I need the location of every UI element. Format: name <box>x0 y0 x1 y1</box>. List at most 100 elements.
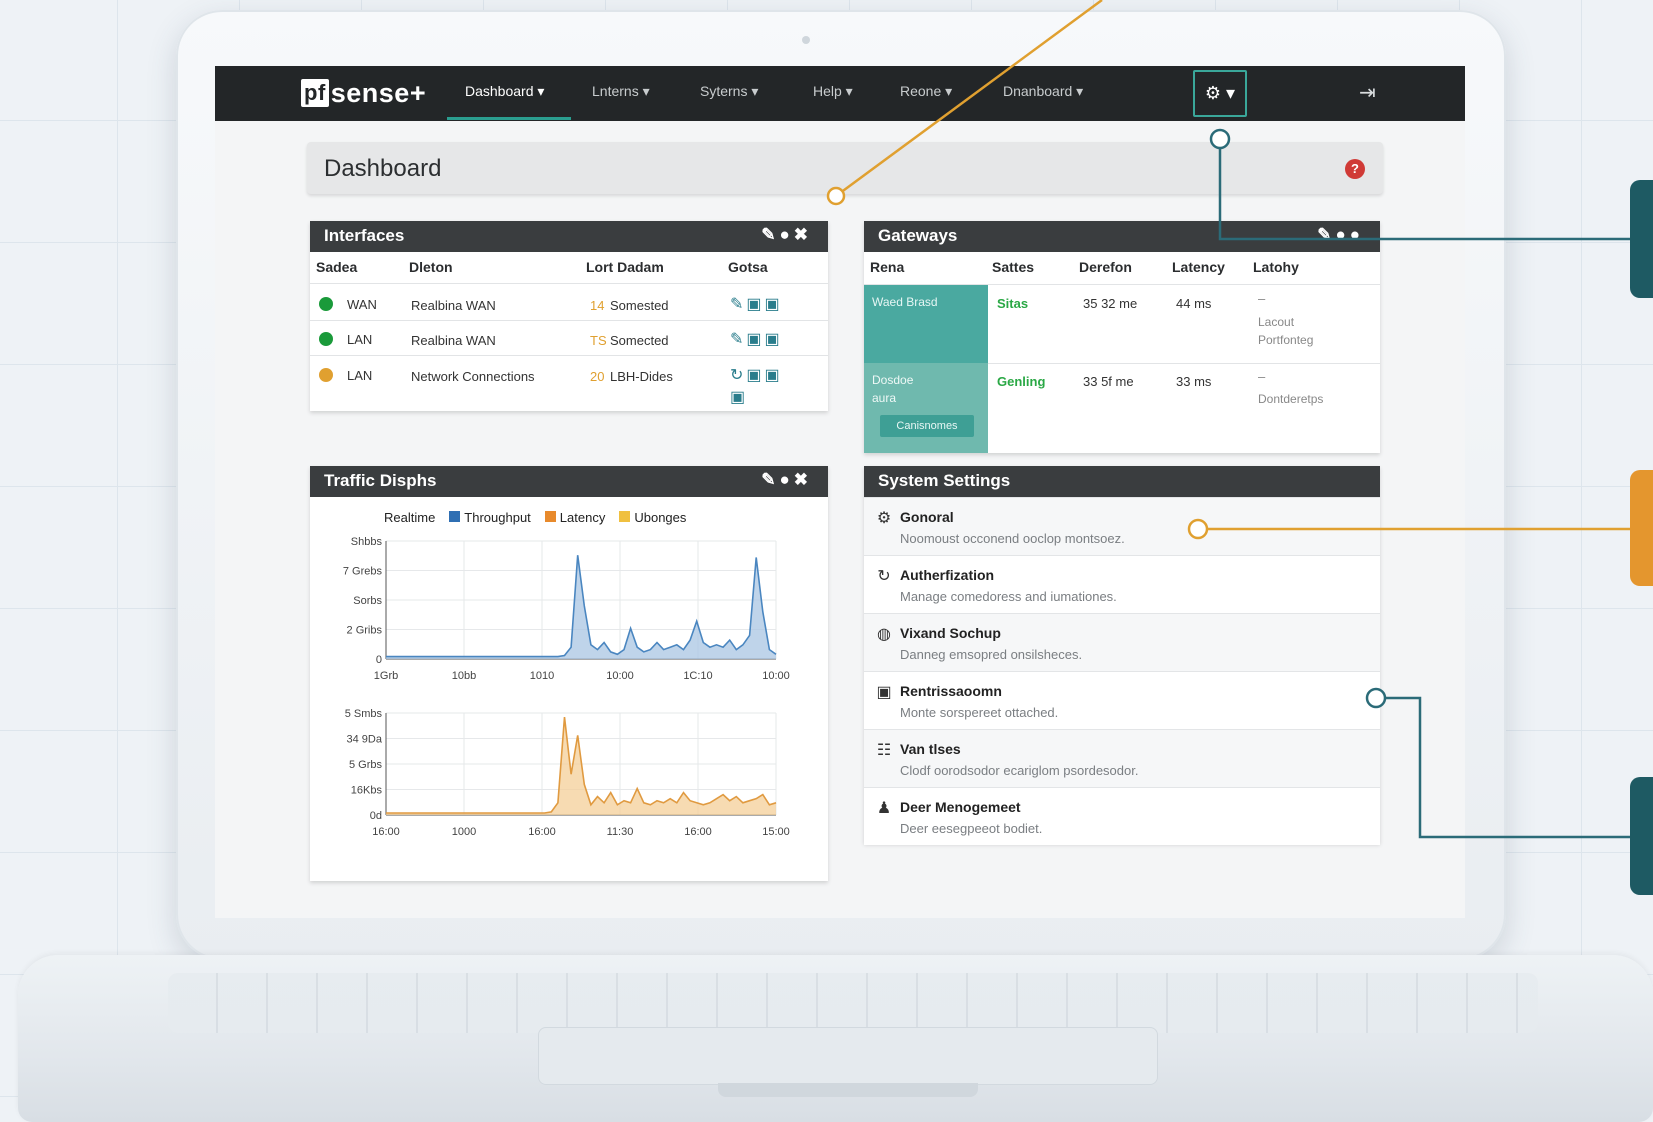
panel-tools-icons[interactable]: ✎●✖ <box>761 225 812 245</box>
settings-item[interactable]: ☷ Van tlses Clodf oorodsodor ecariglom pso… <box>864 729 1380 787</box>
settings-item[interactable]: ▣ Rentrissaoomn Monte sorspereet ottached. <box>864 671 1380 729</box>
settings-item-title: Gonoral <box>900 509 954 525</box>
settings-item-title: Deer Menogemeet <box>900 799 1021 815</box>
settings-item[interactable]: ↻ Autherfization Manage comedoress and ium… <box>864 555 1380 613</box>
settings-item-description: Clodf oorodsodor ecariglom psordesodor. <box>900 763 1139 778</box>
interface-name: WAN <box>347 297 377 312</box>
gateway-name: Dosdoe <box>872 373 914 387</box>
callout-tab-teal-top <box>1630 180 1653 298</box>
traffic-charts: Shbbs 7 Grebs Sorbs 2 Gribs 0 1Grb 10bb 1010 10:… <box>343 536 790 838</box>
logout-icon[interactable]: ⇥ <box>1359 80 1376 105</box>
gateway-action-button[interactable]: Canisnomes <box>880 415 974 437</box>
gateway-name-cell: Waed Brasd <box>864 285 988 363</box>
row-extra-action-icon[interactable]: ▣ <box>730 387 748 407</box>
globe-icon: ◍ <box>877 626 891 643</box>
interface-description: Realbina WAN <box>411 298 496 313</box>
interface-description: Network Connections <box>411 369 535 384</box>
settings-item-description: Danneg emsopred onsilsheces. <box>900 647 1083 662</box>
row-divider <box>988 363 1380 364</box>
gateway-info: Dontderetps <box>1258 392 1324 406</box>
gateway-info-dash: – <box>1258 291 1266 306</box>
col-header[interactable]: Latohy <box>1253 259 1299 275</box>
traffic-panel-header: Traffic Disphs ✎●✖ <box>310 466 828 497</box>
y-tick-label: 5 Smbs <box>345 708 383 720</box>
gateways-panel-header: Gateways ✎●● <box>864 221 1380 252</box>
nav-dashboard[interactable]: Dashboard ▾ <box>465 83 544 100</box>
x-tick-label: 10bb <box>452 670 476 682</box>
settings-panel: System Settings ⚙ Gonoral Noomoust occonen… <box>864 466 1380 845</box>
refresh-icon: ↻ <box>877 568 891 585</box>
gateway-info-dash: – <box>1258 369 1266 384</box>
settings-item[interactable]: ♟ Deer Menogemeet Deer eesegpeeot bodiet. <box>864 787 1380 845</box>
traffic-title: Traffic Disphs <box>324 471 437 490</box>
brand-badge: pf <box>301 79 329 107</box>
interface-count: TS <box>590 333 607 348</box>
x-tick-label: 10:00 <box>762 670 790 682</box>
x-tick-label: 1C:10 <box>683 670 712 682</box>
x-tick-label: 16:00 <box>528 826 556 838</box>
settings-title: System Settings <box>878 471 1011 490</box>
row-action-icons[interactable]: ↻▣▣ <box>730 365 783 385</box>
settings-item-title: Autherfization <box>900 567 995 583</box>
gateway-delay: 33 5f me <box>1083 374 1134 389</box>
y-tick-label: 5 Grbs <box>349 759 383 771</box>
interface-count: 14 <box>590 298 605 313</box>
col-header[interactable]: Lort Dadam <box>586 259 664 275</box>
active-tab-underline <box>447 117 571 120</box>
settings-item-description: Manage comedoress and iumationes. <box>900 589 1117 604</box>
settings-item-description: Deer eesegpeeot bodiet. <box>900 821 1043 836</box>
gateway-latency: 33 ms <box>1176 374 1212 389</box>
col-header[interactable]: Sadea <box>316 259 357 275</box>
y-tick-label: Sorbs <box>353 595 382 607</box>
y-tick-label: 0 <box>376 654 382 666</box>
x-tick-label: 11:30 <box>607 826 634 838</box>
camera-dot <box>802 36 810 44</box>
col-header[interactable]: Latency <box>1172 259 1225 275</box>
interface-detail: Somested <box>610 298 669 313</box>
panel-tools-icons[interactable]: ✎●✖ <box>761 470 812 490</box>
status-dot-orange <box>319 368 333 382</box>
interface-description: Realbina WAN <box>411 333 496 348</box>
interface-detail: Somected <box>610 333 669 348</box>
col-header[interactable]: Gotsa <box>728 259 768 275</box>
nav-system[interactable]: Syterns ▾ <box>700 83 758 100</box>
row-divider <box>310 283 828 284</box>
row-divider <box>310 320 828 321</box>
interface-name: LAN <box>347 332 373 347</box>
y-tick-label: Shbbs <box>351 536 383 548</box>
settings-item[interactable]: ⚙ Gonoral Noomoust occonend ooclop montsoe… <box>864 497 1380 555</box>
settings-item-title: Rentrissaoomn <box>900 683 1002 699</box>
status-dot-green <box>319 297 333 311</box>
status-dot-green <box>319 332 333 346</box>
col-header[interactable]: Dleton <box>409 259 453 275</box>
interfaces-title: Interfaces <box>324 226 405 245</box>
col-header[interactable]: Rena <box>870 259 904 275</box>
col-header[interactable]: Sattes <box>992 259 1034 275</box>
nav-interfaces[interactable]: Lnterns ▾ <box>592 83 650 100</box>
interface-detail: LBH-Dides <box>610 369 673 384</box>
x-tick-label: 15:00 <box>762 826 790 838</box>
interfaces-panel-header: Interfaces ✎●✖ <box>310 221 828 252</box>
nav-reone[interactable]: Reone ▾ <box>900 83 952 100</box>
col-header[interactable]: Derefon <box>1079 259 1132 275</box>
settings-gear-menu[interactable]: ⚙ ▾ <box>1193 70 1247 117</box>
settings-item-description: Monte sorspereet ottached. <box>900 705 1059 720</box>
page-title: Dashboard <box>324 155 442 182</box>
brand-logo[interactable]: pf sense+ <box>301 75 426 111</box>
gear-icon: ⚙ ▾ <box>1204 83 1236 103</box>
keyboard <box>168 973 1538 1033</box>
panel-tools-icons[interactable]: ✎●● <box>1317 225 1364 245</box>
y-tick-label: 7 Grebs <box>343 566 383 578</box>
y-tick-label: 2 Gribs <box>347 625 383 637</box>
nav-dnanboard[interactable]: Dnanboard ▾ <box>1003 83 1083 100</box>
nav-help[interactable]: Help ▾ <box>813 83 853 100</box>
row-action-icons[interactable]: ✎▣▣ <box>730 329 783 349</box>
help-icon[interactable]: ? <box>1345 159 1365 179</box>
series-area <box>386 717 776 815</box>
x-tick-label: 16:00 <box>684 826 712 838</box>
gateway-status: Sitas <box>997 296 1029 311</box>
settings-item[interactable]: ◍ Vixand Sochup Danneg emsopred onsilshece… <box>864 613 1380 671</box>
settings-item-title: Vixand Sochup <box>900 625 1001 641</box>
x-tick-label: 10:00 <box>606 670 634 682</box>
row-action-icons[interactable]: ✎▣▣ <box>730 294 783 314</box>
